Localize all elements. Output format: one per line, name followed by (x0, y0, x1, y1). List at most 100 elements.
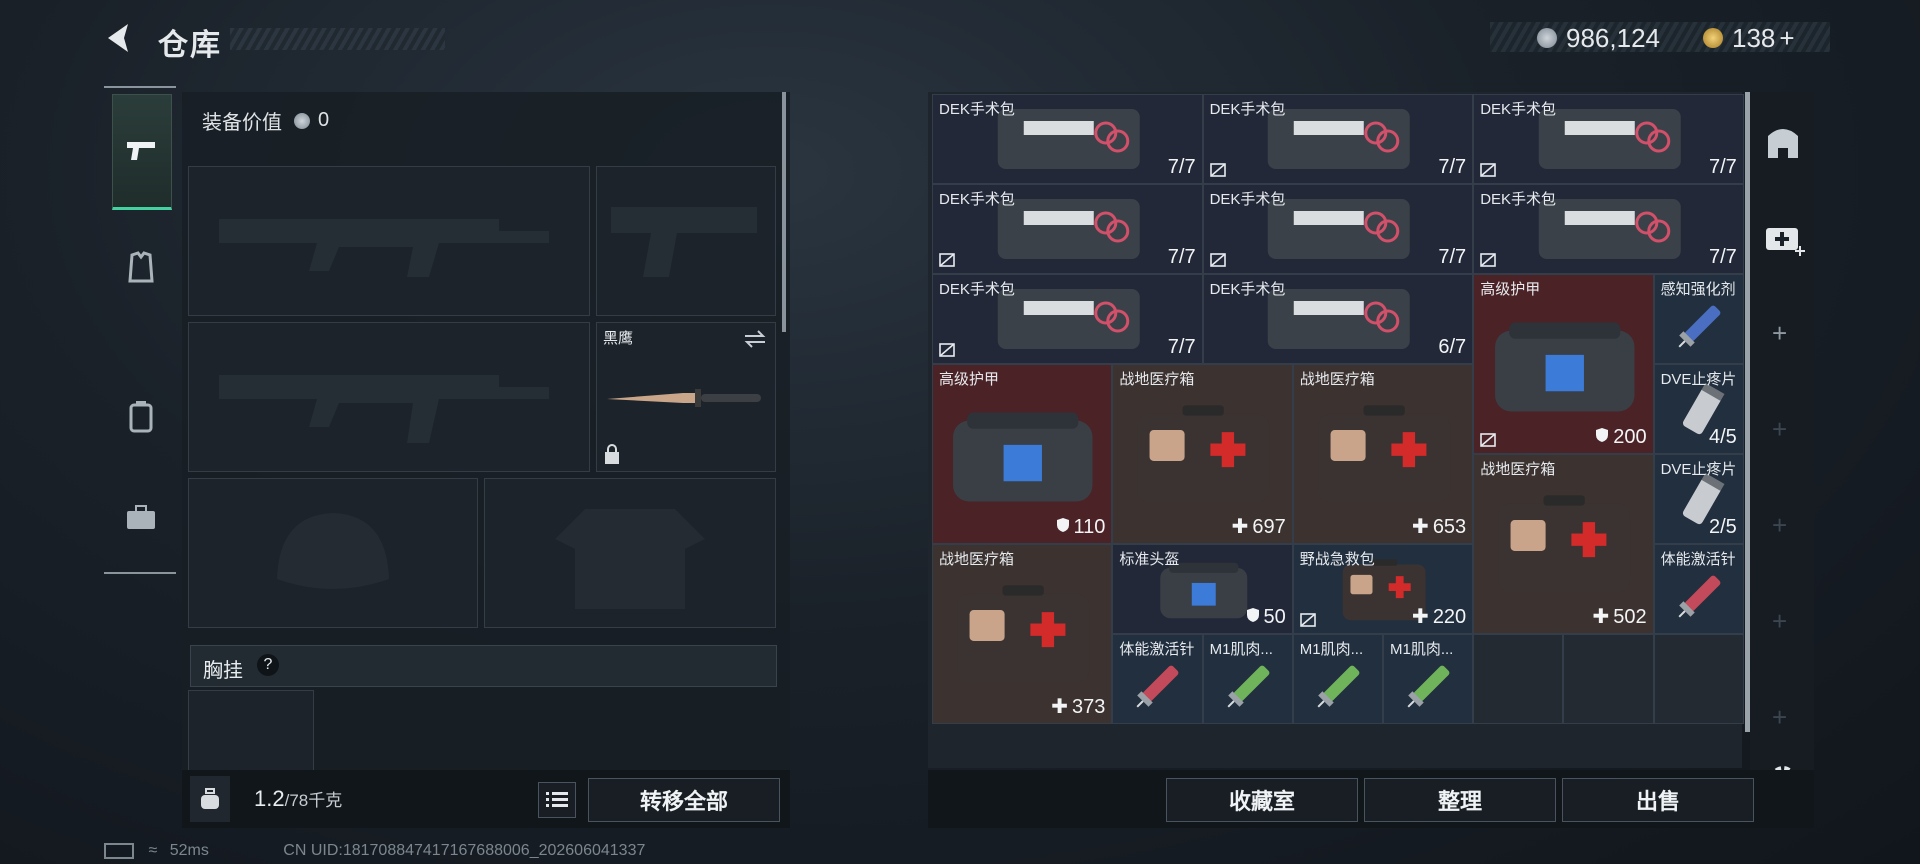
bound-item-icon (1480, 253, 1496, 267)
armor-bag-icon (1494, 322, 1635, 412)
chest-rig-slot[interactable] (188, 690, 314, 772)
storage-item[interactable]: 感知强化剂 (1653, 274, 1744, 364)
medkit-page-icon[interactable] (1762, 216, 1806, 256)
storage-item[interactable]: DEK手术包 7/7 (932, 184, 1203, 274)
storage-item[interactable]: DEK手术包 7/7 (932, 94, 1203, 184)
storage-item[interactable]: M1肌肉... (1292, 634, 1383, 724)
add-page-icon[interactable]: + (1772, 510, 1787, 541)
bound-item-icon (1209, 163, 1226, 177)
item-name: 战地医疗箱 (1480, 461, 1556, 478)
secondary-weapon-slot[interactable] (188, 322, 590, 472)
storage-item[interactable]: DEK手术包 7/7 (1202, 184, 1474, 274)
equipment-scrollbar[interactable] (782, 92, 786, 332)
primary-weapon-slot[interactable] (188, 166, 590, 316)
melee-slot[interactable]: 黑鹰 (596, 322, 776, 472)
item-name: 高级护甲 (1480, 281, 1541, 298)
item-name: DEK手术包 (939, 281, 1015, 298)
sell-button[interactable]: 出售 (1562, 778, 1754, 822)
item-count: 7/7 (1167, 246, 1196, 268)
tab-backpack[interactable] (112, 360, 170, 472)
item-name: DEK手术包 (1209, 191, 1286, 208)
storage-item[interactable]: M1肌肉... (1383, 634, 1474, 724)
item-count: 6/7 (1438, 336, 1467, 358)
item-name: DEK手术包 (1480, 101, 1557, 118)
currency-premium[interactable]: 138 + (1732, 23, 1795, 54)
back-arrow-icon[interactable] (100, 18, 140, 58)
storage-item[interactable]: DEK手术包 7/7 (1202, 94, 1474, 184)
empty-slot[interactable] (1473, 634, 1564, 724)
empty-slot[interactable] (1653, 634, 1744, 724)
storage-item[interactable]: 体能激活针 (1112, 634, 1203, 724)
storage-item[interactable]: 野战急救包 ✚ 220 (1292, 544, 1474, 634)
battery-icon (104, 842, 134, 859)
add-page-icon[interactable]: + (1772, 414, 1787, 445)
status-footer: ≈ 52ms CN UID:181708847417167688006_2026… (104, 842, 645, 860)
tab-armor[interactable] (112, 212, 170, 324)
storage-item[interactable]: 高级护甲 200 (1473, 274, 1654, 454)
storage-item[interactable]: 战地医疗箱 ✚ 373 (932, 544, 1113, 724)
storage-item[interactable]: 高级护甲 110 (932, 364, 1113, 544)
swap-icon[interactable] (743, 329, 767, 349)
empty-slot[interactable] (1563, 634, 1654, 724)
syringe-icon (1678, 305, 1720, 348)
item-count: 7/7 (1708, 156, 1737, 178)
rifle-silhouette-icon (219, 219, 549, 277)
syringe-icon (1317, 665, 1360, 708)
pistol-slot[interactable] (596, 166, 776, 316)
surgical-kit-icon (1538, 199, 1681, 259)
knife-icon (607, 389, 761, 407)
add-page-icon[interactable]: + (1772, 318, 1787, 349)
syringe-icon (1407, 665, 1450, 708)
currency-add-icon[interactable]: + (1779, 23, 1794, 53)
storage-item[interactable]: DEK手术包 7/7 (1473, 184, 1744, 274)
weight-current: 1.2 (254, 786, 285, 811)
storage-home-icon[interactable] (1764, 124, 1802, 160)
list-view-button[interactable] (538, 782, 576, 818)
storage-item[interactable]: 标准头盔 50 (1112, 544, 1293, 634)
syringe-icon (1136, 665, 1179, 708)
equip-value-row: 装备价值 0 (202, 106, 329, 135)
storage-item[interactable]: M1肌肉... (1202, 634, 1293, 724)
storage-item[interactable]: 体能激活针 (1653, 544, 1744, 634)
item-count: 200 (1613, 426, 1647, 448)
durability-shield-icon (1596, 428, 1609, 442)
storage-item[interactable]: DEK手术包 6/7 (1202, 274, 1474, 364)
surgical-kit-icon (1267, 199, 1410, 259)
storage-item[interactable]: DEK手术包 7/7 (1473, 94, 1744, 184)
add-page-icon[interactable]: + (1772, 702, 1787, 733)
add-page-icon[interactable]: + (1772, 606, 1787, 637)
heal-plus-icon: ✚ (1412, 606, 1429, 628)
tab-weapons[interactable] (112, 94, 172, 210)
gold-coin-icon (1703, 28, 1723, 48)
weight-icon-box (190, 776, 230, 822)
surgical-kit-icon (997, 289, 1140, 349)
heal-plus-icon: ✚ (1231, 516, 1249, 538)
item-name: 野战急救包 (1299, 551, 1375, 568)
storage-item[interactable]: 战地医疗箱 ✚ 653 (1292, 364, 1474, 544)
surgical-kit-icon (1267, 109, 1410, 169)
helmet-silhouette-icon (277, 513, 389, 589)
vest-slot[interactable] (484, 478, 776, 628)
currency-premium-value: 138 (1732, 23, 1776, 53)
equip-value-label: 装备价值 (202, 112, 282, 134)
weight-max: /78千克 (284, 791, 343, 810)
collection-room-button[interactable]: 收藏室 (1166, 778, 1358, 822)
storage-item[interactable]: DVE止疼片 4/5 (1653, 364, 1744, 454)
item-name: M1肌肉... (1299, 641, 1364, 658)
helmet-slot[interactable] (188, 478, 478, 628)
transfer-all-button[interactable]: 转移全部 (588, 778, 780, 822)
uid-text: CN UID:181708847417167688006_20260604133… (283, 842, 646, 859)
item-name: DVE止疼片 (1660, 461, 1737, 478)
chest-rig-help-icon[interactable]: ? (257, 654, 279, 676)
item-name: 战地医疗箱 (1299, 371, 1375, 388)
storage-item[interactable]: 战地医疗箱 ✚ 502 (1473, 454, 1654, 634)
storage-item[interactable]: 战地医疗箱 ✚ 697 (1112, 364, 1293, 544)
item-name: DEK手术包 (1209, 101, 1286, 118)
tab-case[interactable] (112, 462, 170, 574)
item-count: 7/7 (1708, 246, 1737, 268)
storage-item[interactable]: DEK手术包 7/7 (932, 274, 1203, 364)
item-name: DEK手术包 (939, 101, 1015, 118)
item-count: 697 (1252, 516, 1286, 538)
storage-item[interactable]: DVE止疼片 2/5 (1653, 454, 1744, 544)
sort-button[interactable]: 整理 (1364, 778, 1556, 822)
